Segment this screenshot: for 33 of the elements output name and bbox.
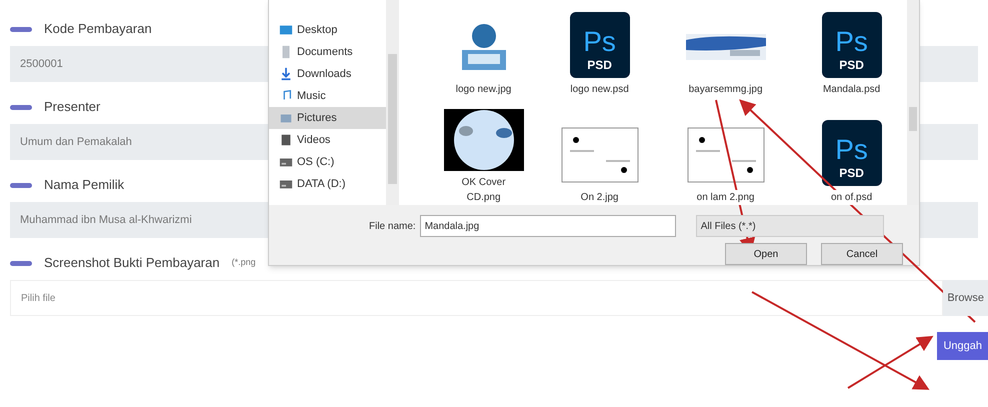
downloads-icon (279, 67, 293, 81)
field-label: Screenshot Bukti Pembayaran (44, 254, 220, 272)
dialog-button[interactable]: Cancel (821, 243, 903, 265)
field-label: Presenter (44, 98, 100, 116)
folder-nav-item[interactable]: Documents (269, 41, 386, 63)
field-hint: (*.png (232, 256, 256, 270)
folder-nav-item[interactable]: Downloads (269, 63, 386, 85)
folder-nav-item[interactable]: Videos (269, 129, 386, 151)
psd-file-icon: Ps PSD (822, 120, 882, 186)
dialog-button[interactable]: Open (725, 243, 807, 265)
label-dash-icon (10, 104, 32, 110)
desktop-icon (279, 23, 293, 37)
file-name-caption: File name: (369, 220, 416, 234)
folder-nav-item[interactable]: Music (269, 85, 386, 107)
folder-nav-item[interactable]: DATA (D:) (269, 173, 386, 195)
file-type-dropdown[interactable]: All Files (*.*) (696, 215, 884, 237)
psd-file-icon: Ps PSD (570, 12, 630, 78)
upload-button[interactable]: Unggah (937, 332, 988, 360)
browse-button[interactable]: Browse (943, 280, 988, 316)
field-label: Kode Pembayaran (44, 20, 152, 38)
files-scrollbar[interactable] (906, 0, 919, 205)
label-dash-icon (10, 182, 32, 188)
folder-nav-item[interactable]: Pictures (269, 107, 386, 129)
file-name-field[interactable]: Mandala.jpg (420, 215, 676, 237)
videos-icon (279, 133, 293, 147)
field-label: Nama Pemilik (44, 176, 124, 194)
folder-nav-item[interactable]: Desktop (269, 19, 386, 41)
label-dash-icon (10, 260, 32, 266)
file-field[interactable]: Pilih file (10, 280, 944, 316)
psd-file-icon: Ps PSD (822, 12, 882, 78)
folder-nav-item[interactable]: OS (C:) (269, 151, 386, 173)
label-dash-icon (10, 26, 32, 32)
nav-scrollbar[interactable] (386, 0, 399, 205)
